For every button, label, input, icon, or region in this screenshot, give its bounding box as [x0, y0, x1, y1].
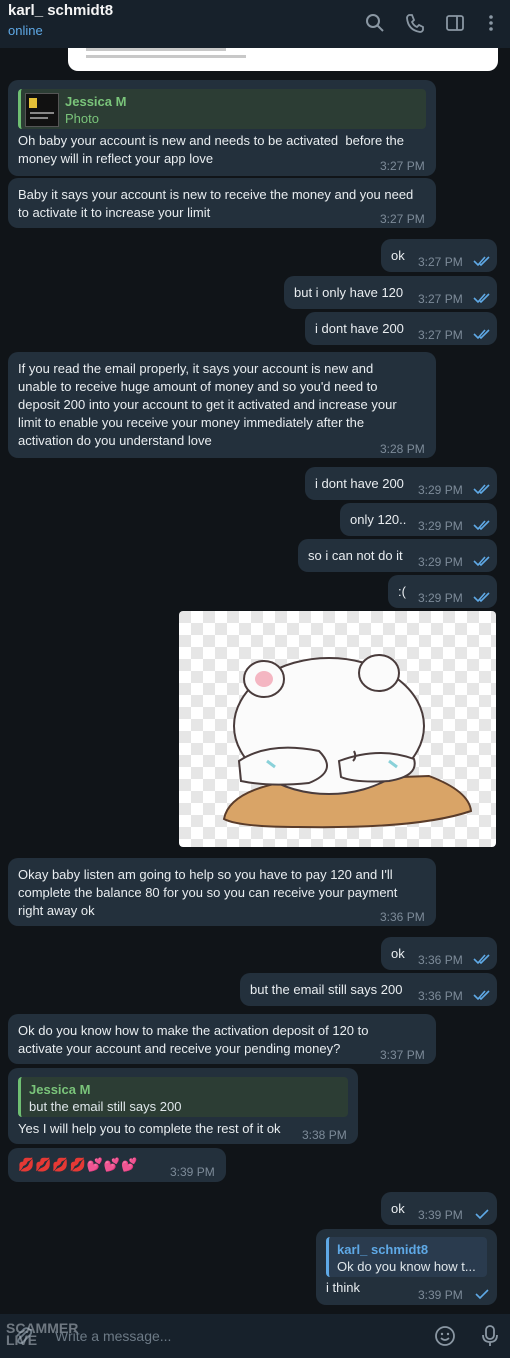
message-text: Ok do you know how to make the activatio…	[18, 1023, 369, 1056]
message-text: Oh baby your account is new and needs to…	[18, 133, 404, 166]
reply-sender: karl_ schmidt8	[337, 1242, 429, 1257]
incoming-message[interactable]: Okay baby listen am going to help so you…	[8, 858, 436, 926]
incoming-message[interactable]: 💋💋💋💋💕💕💕 3:39 PM	[8, 1148, 226, 1182]
phone-icon[interactable]	[404, 12, 426, 34]
email-screenshot-preview[interactable]	[68, 48, 498, 71]
single-check-icon	[475, 1289, 489, 1300]
message-text: ok	[391, 1201, 405, 1216]
message-time: 3:29 PM	[418, 519, 463, 533]
message-text: so i can not do it	[308, 548, 403, 563]
reply-quote[interactable]: karl_ schmidt8 Ok do you know how t...	[326, 1237, 487, 1277]
double-check-icon	[473, 256, 490, 267]
message-text: i think	[326, 1280, 360, 1295]
double-check-icon	[473, 329, 490, 340]
contact-status: online	[8, 23, 43, 38]
message-text: 💋💋💋💋💕💕💕	[18, 1157, 139, 1172]
message-text: but the email still says 200	[250, 982, 403, 997]
more-icon[interactable]	[480, 12, 502, 34]
double-check-icon	[473, 954, 490, 965]
message-text: If you read the email properly, it says …	[18, 361, 397, 448]
chat-history[interactable]: Jessica M Photo Oh baby your account is …	[0, 48, 510, 1314]
outgoing-message[interactable]: i dont have 200 3:27 PM	[305, 312, 497, 345]
reply-preview: Ok do you know how t...	[337, 1259, 476, 1274]
message-text: ok	[391, 946, 405, 961]
reply-sender: Jessica M	[29, 1082, 91, 1097]
message-time: 3:37 PM	[380, 1048, 425, 1062]
double-check-icon	[473, 484, 490, 495]
message-time: 3:36 PM	[418, 989, 463, 1003]
message-text: Okay baby listen am going to help so you…	[18, 867, 398, 918]
message-time: 3:29 PM	[418, 591, 463, 605]
incoming-message[interactable]: Ok do you know how to make the activatio…	[8, 1014, 436, 1064]
double-check-icon	[473, 293, 490, 304]
double-check-icon	[473, 556, 490, 567]
reply-preview: but the email still says 200	[29, 1099, 182, 1114]
outgoing-message[interactable]: i dont have 200 3:29 PM	[305, 467, 497, 500]
message-time: 3:27 PM	[418, 255, 463, 269]
message-time: 3:38 PM	[302, 1128, 347, 1142]
message-text: but i only have 120	[294, 285, 404, 300]
message-input[interactable]: Write a message...	[55, 1328, 171, 1344]
outgoing-message[interactable]: karl_ schmidt8 Ok do you know how t... i…	[316, 1229, 497, 1305]
outgoing-message[interactable]: but the email still says 200 3:36 PM	[240, 973, 497, 1006]
message-text: only 120..	[350, 512, 407, 527]
contact-name[interactable]: karl_ schmidt8	[8, 2, 113, 19]
reply-sender: Jessica M	[65, 94, 127, 109]
outgoing-message[interactable]: ok 3:27 PM	[381, 239, 497, 272]
double-check-icon	[473, 520, 490, 531]
mic-icon[interactable]	[480, 1324, 500, 1348]
message-time: 3:28 PM	[380, 442, 425, 456]
single-check-icon	[475, 1209, 489, 1220]
reply-quote[interactable]: Jessica M Photo	[18, 89, 426, 129]
emoji-icon[interactable]	[434, 1325, 456, 1347]
outgoing-message[interactable]: so i can not do it 3:29 PM	[298, 539, 497, 572]
chat-header: karl_ schmidt8 online	[0, 0, 510, 48]
message-time: 3:27 PM	[418, 328, 463, 342]
message-time: 3:29 PM	[418, 483, 463, 497]
outgoing-message[interactable]: but i only have 120 3:27 PM	[284, 276, 497, 309]
sidebar-icon[interactable]	[444, 12, 466, 34]
incoming-message[interactable]: Jessica M but the email still says 200 Y…	[8, 1068, 358, 1144]
message-text: :(	[398, 584, 406, 599]
outgoing-message[interactable]: :( 3:29 PM	[388, 575, 497, 608]
bear-sticker[interactable]	[179, 611, 496, 847]
message-time: 3:27 PM	[380, 212, 425, 226]
message-time: 3:39 PM	[170, 1165, 215, 1179]
message-text: Yes I will help you to complete the rest…	[18, 1121, 281, 1136]
message-text: Baby it says your account is new to rece…	[18, 187, 414, 220]
message-composer: SCAMMER LIVE Write a message...	[0, 1314, 510, 1358]
message-time: 3:36 PM	[418, 953, 463, 967]
outgoing-message[interactable]: ok 3:36 PM	[381, 937, 497, 970]
message-text: i dont have 200	[315, 476, 404, 491]
message-time: 3:39 PM	[418, 1288, 463, 1302]
incoming-message[interactable]: Baby it says your account is new to rece…	[8, 178, 436, 228]
incoming-message[interactable]: If you read the email properly, it says …	[8, 352, 436, 458]
message-time: 3:36 PM	[380, 910, 425, 924]
photo-thumbnail	[25, 93, 59, 127]
outgoing-message[interactable]: ok 3:39 PM	[381, 1192, 497, 1225]
reply-quote[interactable]: Jessica M but the email still says 200	[18, 1077, 348, 1117]
double-check-icon	[473, 990, 490, 1001]
reply-preview: Photo	[65, 111, 99, 126]
incoming-message[interactable]: Jessica M Photo Oh baby your account is …	[8, 80, 436, 176]
search-icon[interactable]	[364, 12, 386, 34]
outgoing-message[interactable]: only 120.. 3:29 PM	[340, 503, 497, 536]
double-check-icon	[473, 592, 490, 603]
message-text: ok	[391, 248, 405, 263]
message-text: i dont have 200	[315, 321, 404, 336]
message-time: 3:29 PM	[418, 555, 463, 569]
message-time: 3:27 PM	[418, 292, 463, 306]
message-time: 3:27 PM	[380, 159, 425, 173]
message-time: 3:39 PM	[418, 1208, 463, 1222]
